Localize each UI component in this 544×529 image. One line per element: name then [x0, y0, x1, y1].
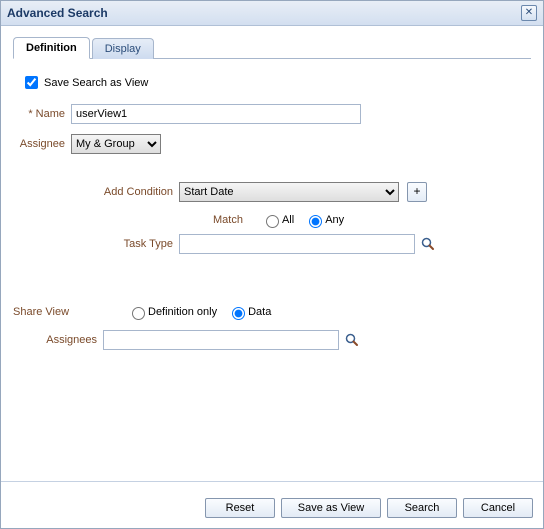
button-bar: Reset Save as View Search Cancel	[1, 490, 543, 528]
assignees-input[interactable]	[103, 330, 339, 350]
match-label: Match	[213, 214, 249, 226]
divider	[1, 481, 543, 482]
add-condition-button[interactable]: +	[407, 182, 427, 202]
tabs: Definition Display	[13, 36, 531, 59]
save-as-view-label: Save Search as View	[44, 77, 148, 89]
dialog-body: Definition Display Save Search as View N…	[1, 26, 543, 475]
task-type-search-button[interactable]	[421, 237, 435, 251]
close-icon: ✕	[525, 7, 533, 18]
share-view-radio-set: Definition only Data	[127, 304, 281, 320]
tab-definition[interactable]: Definition	[13, 37, 90, 59]
assignees-label: Assignees	[13, 334, 103, 346]
share-data-radio[interactable]	[232, 307, 245, 320]
match-any-option[interactable]: Any	[304, 212, 344, 228]
reset-button[interactable]: Reset	[205, 498, 275, 518]
share-view-row: Share View Definition only Data	[13, 304, 531, 320]
share-def-only-option[interactable]: Definition only	[127, 304, 217, 320]
save-as-view-row: Save Search as View	[13, 73, 531, 92]
share-view-label: Share View	[13, 306, 89, 318]
search-button[interactable]: Search	[387, 498, 457, 518]
add-condition-label: Add Condition	[13, 186, 179, 198]
assignee-row: Assignee My & Group	[13, 134, 531, 154]
task-type-row: Task Type	[13, 234, 531, 254]
name-row: Name	[13, 104, 531, 124]
save-as-view-button[interactable]: Save as View	[281, 498, 381, 518]
tab-display[interactable]: Display	[92, 38, 154, 59]
plus-icon: +	[413, 184, 420, 198]
name-label: Name	[13, 108, 71, 120]
titlebar: Advanced Search ✕	[1, 1, 543, 26]
match-row: Match All Any	[13, 212, 531, 228]
save-as-view-checkbox[interactable]	[25, 76, 38, 89]
match-radio-set: All Any	[261, 212, 354, 228]
share-data-option[interactable]: Data	[227, 304, 271, 320]
match-all-option[interactable]: All	[261, 212, 294, 228]
assignees-row: Assignees	[13, 330, 531, 350]
assignee-select[interactable]: My & Group	[71, 134, 161, 154]
close-button[interactable]: ✕	[521, 5, 537, 21]
task-type-label: Task Type	[13, 238, 179, 250]
dialog-title: Advanced Search	[7, 6, 108, 20]
cancel-button[interactable]: Cancel	[463, 498, 533, 518]
advanced-search-dialog: Advanced Search ✕ Definition Display Sav…	[0, 0, 544, 529]
search-icon	[421, 237, 435, 251]
search-icon	[345, 333, 359, 347]
assignees-search-button[interactable]	[345, 333, 359, 347]
match-all-radio[interactable]	[266, 215, 279, 228]
assignee-label: Assignee	[13, 138, 71, 150]
name-input[interactable]	[71, 104, 361, 124]
task-type-input[interactable]	[179, 234, 415, 254]
share-def-only-radio[interactable]	[132, 307, 145, 320]
match-any-radio[interactable]	[309, 215, 322, 228]
add-condition-row: Add Condition Start Date +	[13, 182, 531, 202]
add-condition-select[interactable]: Start Date	[179, 182, 399, 202]
